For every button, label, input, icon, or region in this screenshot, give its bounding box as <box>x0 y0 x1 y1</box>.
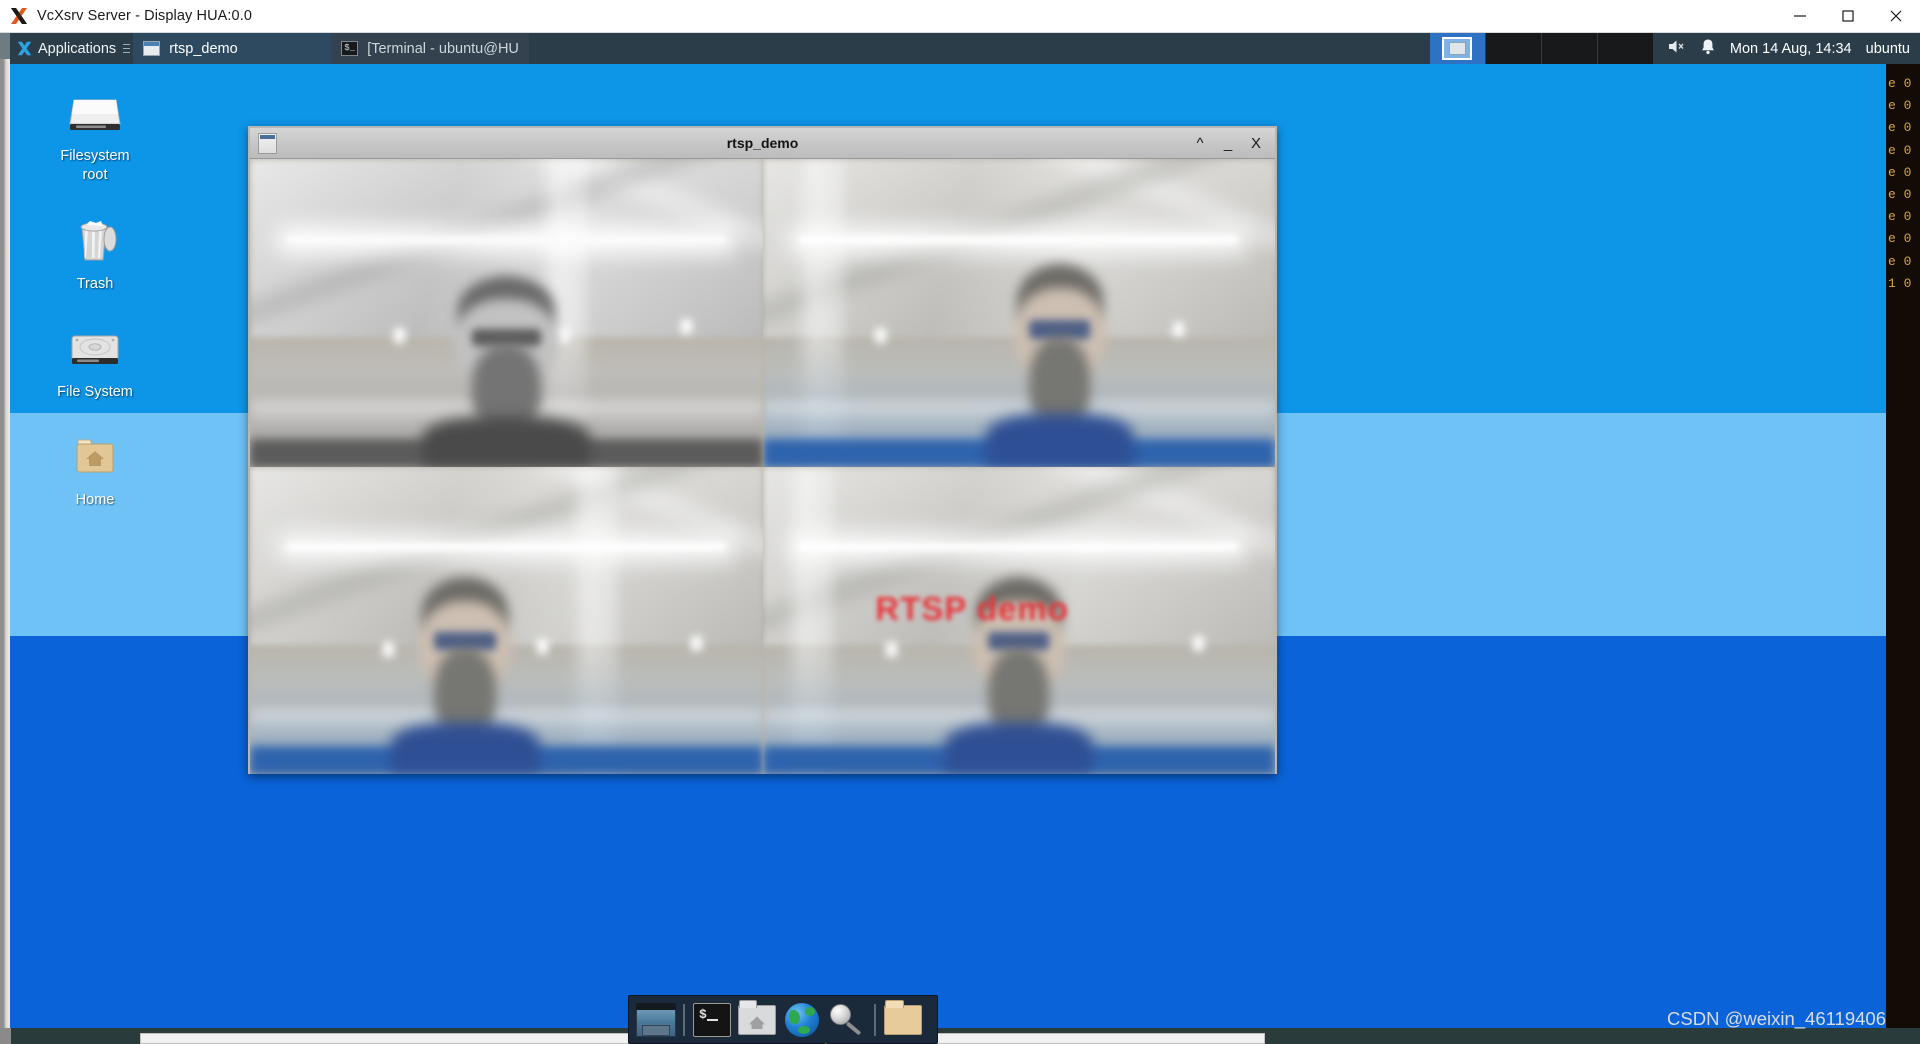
window-icon <box>143 41 161 56</box>
panel-username[interactable]: ubuntu <box>1866 41 1912 57</box>
close-icon[interactable] <box>1872 0 1920 33</box>
desktop-icon-trash[interactable]: Trash <box>20 212 170 294</box>
applications-menu-button[interactable]: Applications <box>10 33 123 64</box>
host-taskbar-strip <box>0 1028 1920 1044</box>
video-pane-grid: RTSP demo <box>250 159 1275 774</box>
separator-2 <box>874 1003 876 1036</box>
x-logo-icon <box>16 40 33 57</box>
terminal-icon: $_ <box>341 41 359 56</box>
rtsp-demo-titlebar[interactable]: rtsp_demo ^ _ X <box>250 128 1275 159</box>
desktop-icon-home[interactable]: Home <box>20 428 170 510</box>
bell-icon[interactable] <box>1700 38 1716 59</box>
pane-bottom-left[interactable] <box>250 466 763 774</box>
workspace-switcher <box>1429 33 1654 64</box>
desktop-icon-label: Trash <box>76 276 114 292</box>
rtsp-demo-window[interactable]: rtsp_demo ^ _ X RTSP demo <box>248 126 1277 774</box>
host-window-controls <box>1776 0 1920 33</box>
harddisk-icon <box>66 320 124 378</box>
close-button[interactable]: X <box>1249 136 1263 151</box>
panel-handle-icon[interactable] <box>122 33 131 64</box>
rtsp-demo-window-controls: ^ _ X <box>1193 136 1275 151</box>
shade-button[interactable]: ^ <box>1193 136 1207 151</box>
vcxsrv-host-window: VcXsrv Server - Display HUA:0.0 e 0 e 0 … <box>0 0 1920 1044</box>
xfce-top-panel: Applications rtsp_demo $_ [Terminal - ub… <box>10 33 1920 64</box>
terminal-icon[interactable]: $ <box>691 1000 733 1040</box>
x-display-canvas: e 0 e 0 e 0 e 0 e 0 e 0 e 0 e 0 e 0 1 0 <box>0 33 1920 1044</box>
separator-1 <box>683 1003 685 1036</box>
desktop-icon-filesystem-root[interactable]: Filesystem root <box>20 84 170 185</box>
rtsp-demo-video-area[interactable]: RTSP demo <box>250 159 1275 774</box>
task-button-label: rtsp_demo <box>169 40 238 57</box>
left-edge-strip <box>0 33 10 1028</box>
desktop-icon-file-system[interactable]: File System <box>20 320 170 402</box>
applications-menu-label: Applications <box>38 40 117 57</box>
pane-top-right[interactable] <box>762 159 1275 467</box>
folder-icon[interactable] <box>882 999 924 1040</box>
background-terminal-window[interactable]: e 0 e 0 e 0 e 0 e 0 e 0 e 0 e 0 e 0 1 0 <box>1886 33 1920 1028</box>
volume-muted-icon[interactable] <box>1668 39 1686 58</box>
panel-system-tray: Mon 14 Aug, 14:34 ubuntu <box>1653 33 1920 64</box>
minimize-button[interactable]: _ <box>1221 136 1235 151</box>
maximize-icon[interactable] <box>1824 0 1872 33</box>
bottom-dock-panel: $ <box>628 995 938 1044</box>
video-overlay-text: RTSP demo <box>875 589 1069 627</box>
show-desktop-icon[interactable] <box>635 1000 677 1040</box>
workspace-4[interactable] <box>1597 33 1654 64</box>
task-button-terminal[interactable]: $_ [Terminal - ubuntu@HU... <box>331 33 530 64</box>
workspace-3[interactable] <box>1541 33 1598 64</box>
rtsp-demo-title: rtsp_demo <box>726 135 799 151</box>
window-menu-icon[interactable] <box>258 132 277 154</box>
pane-top-left[interactable] <box>250 159 763 467</box>
workspace-1[interactable] <box>1429 33 1486 64</box>
task-button-rtsp-demo[interactable]: rtsp_demo <box>133 33 332 64</box>
host-window-titlebar: VcXsrv Server - Display HUA:0.0 <box>0 0 1920 33</box>
host-window-title: VcXsrv Server - Display HUA:0.0 <box>37 8 253 24</box>
workspace-thumbnail <box>1442 37 1473 60</box>
csdn-watermark: CSDN @weixin_46119406 <box>1667 1008 1886 1029</box>
trash-icon <box>66 212 124 270</box>
desktop-icon-label: Filesystem root <box>60 148 130 183</box>
panel-clock[interactable]: Mon 14 Aug, 14:34 <box>1730 41 1852 57</box>
panel-spacer <box>529 33 1430 64</box>
x-logo-icon <box>9 6 29 26</box>
left-edge-panel-strip <box>0 33 10 59</box>
home-folder-icon[interactable] <box>736 999 778 1040</box>
web-browser-icon[interactable] <box>781 1000 829 1044</box>
home-folder-icon <box>66 428 124 486</box>
desktop-icon-label: Home <box>75 492 115 508</box>
workspace-2[interactable] <box>1485 33 1542 64</box>
window-task-list: rtsp_demo $_ [Terminal - ubuntu@HU... <box>133 33 530 64</box>
host-strip-left-block <box>0 1028 11 1044</box>
drive-icon <box>66 84 124 142</box>
pane-bottom-right[interactable]: RTSP demo <box>762 466 1275 774</box>
search-icon[interactable] <box>826 1000 868 1040</box>
task-button-label: [Terminal - ubuntu@HU... <box>367 40 520 57</box>
desktop-icon-label: File System <box>57 384 133 400</box>
minimize-icon[interactable] <box>1776 0 1824 33</box>
